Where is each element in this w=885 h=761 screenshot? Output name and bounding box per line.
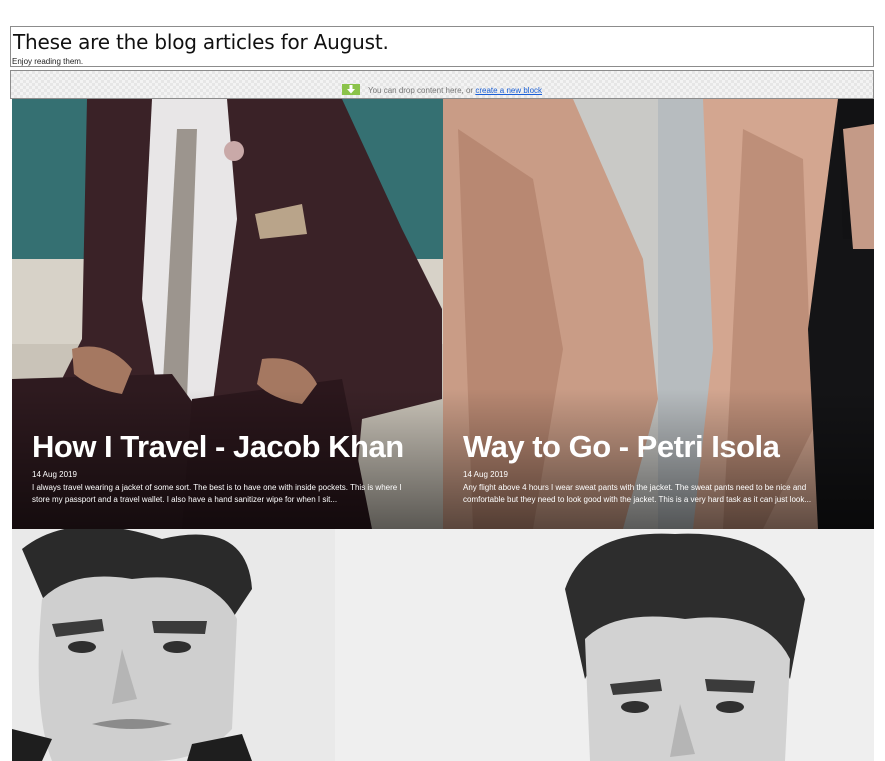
create-new-block-link[interactable]: create a new block [475,86,542,95]
article-card[interactable]: Way to Go - Petri Isola 14 Aug 2019 Any … [443,99,874,529]
header-text-block[interactable]: These are the blog articles for August. … [10,26,874,67]
article-image [12,529,335,761]
article-card[interactable]: How I Travel - Jacob Khan 14 Aug 2019 I … [12,99,443,529]
article-excerpt: Any flight above 4 hours I wear sweat pa… [463,483,812,504]
article-title[interactable]: Way to Go - Petri Isola [463,429,780,465]
drop-zone-text: You can drop content here, or [367,86,474,95]
article-card[interactable] [335,529,874,761]
article-image [335,529,874,761]
page-subtitle: Enjoy reading them. [12,57,84,66]
article-title[interactable]: How I Travel - Jacob Khan [32,429,404,465]
page-title: These are the blog articles for August. [13,30,389,54]
article-card[interactable] [12,529,335,761]
download-arrow-icon [341,84,360,95]
article-date: 14 Aug 2019 [463,470,508,479]
article-excerpt: I always travel wearing a jacket of some… [32,483,402,504]
article-date: 14 Aug 2019 [32,470,77,479]
content-drop-zone[interactable]: You can drop content here, or create a n… [10,70,874,99]
